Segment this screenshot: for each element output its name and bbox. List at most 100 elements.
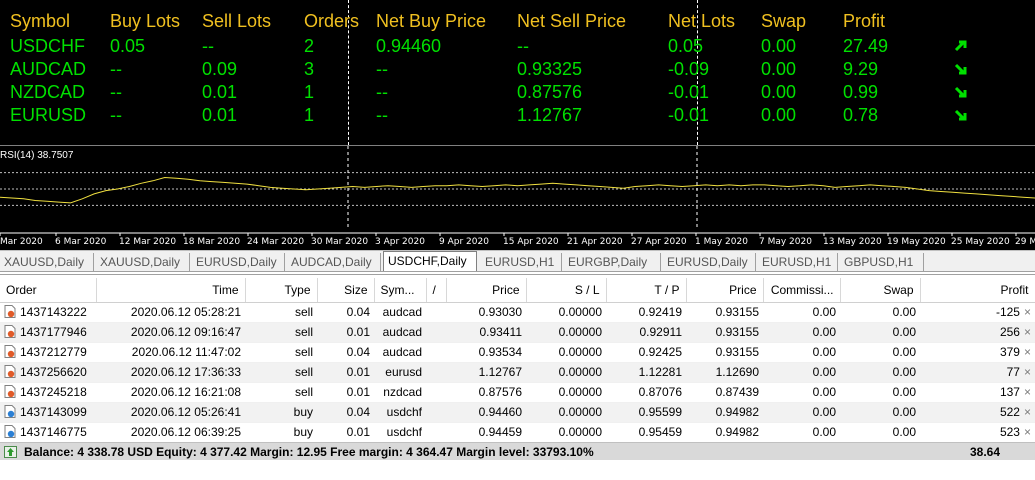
close-order-icon[interactable]: × (1020, 385, 1031, 399)
time-axis-label: 25 May 2020 (951, 237, 1010, 247)
chart-tab-eurusd-daily[interactable]: EURUSD,Daily (663, 253, 756, 271)
order-symbol: audcad (374, 322, 426, 343)
take-profit: 1.12281 (606, 362, 686, 383)
summary-swap: 0.00 (761, 36, 797, 56)
summary-buy-lots: -- (110, 59, 122, 79)
order-row[interactable]: 1437212779 2020.06.12 11:47:02 sell 0.04 aud… (0, 342, 1035, 363)
chart-tab-usdchf-daily[interactable]: USDCHF,Daily (383, 251, 477, 271)
current-price: 0.93155 (686, 322, 763, 343)
summary-header-profit: Profit (843, 11, 886, 31)
chart-tab-eurgbp-daily[interactable]: EURGBP,Daily (564, 253, 661, 271)
order-row[interactable]: 1437146775 2020.06.12 06:39:25 buy 0.01 usdc… (0, 422, 1035, 443)
swap: 0.00 (840, 322, 920, 343)
column-header-time[interactable]: Time (96, 278, 246, 303)
time-axis-label: 15 Apr 2020 (503, 237, 559, 247)
order-row[interactable]: 1437143099 2020.06.12 05:26:41 buy 0.04 usdc… (0, 402, 1035, 423)
summary-symbol: EURUSD (10, 105, 87, 125)
summary-net-lots: -0.01 (668, 82, 710, 102)
rsi-series-line (0, 176, 1035, 204)
column-header-symbol[interactable]: Sym... (374, 278, 427, 303)
column-header-type[interactable]: Type (245, 278, 318, 303)
time-axis-label: 6 Mar 2020 (55, 237, 107, 247)
chart-tab-xauusd-daily[interactable]: XAUUSD,Daily (96, 253, 190, 271)
order-type: sell (245, 382, 317, 403)
order-row[interactable]: 1437256620 2020.06.12 17:36:33 sell 0.01 eur… (0, 362, 1035, 383)
close-order-icon[interactable]: × (1020, 345, 1031, 359)
column-header-price[interactable]: Price (446, 278, 527, 303)
order-size: 0.01 (317, 422, 374, 443)
profit-cell: 379 × (920, 342, 1035, 363)
chart-tab-eurusd-h1[interactable]: EURUSD,H1 (758, 253, 838, 271)
column-header-swap[interactable]: Swap (840, 278, 921, 303)
chart-tab-xauusd-daily[interactable]: XAUUSD,Daily (0, 253, 94, 271)
current-price: 0.93155 (686, 302, 763, 323)
order-id-cell: 1437146775 (0, 422, 96, 443)
chart-tab-gbpusd-h1[interactable]: GBPUSD,H1 (840, 253, 924, 271)
summary-net-lots: 0.05 (668, 36, 704, 56)
take-profit: 0.95599 (606, 402, 686, 423)
open-price: 0.94460 (446, 402, 526, 423)
summary-buy-lots: -- (110, 105, 122, 125)
order-symbol: usdchf (374, 402, 426, 423)
time-axis-label: 9 Apr 2020 (439, 237, 489, 247)
chart-tab-audcad-daily[interactable]: AUDCAD,Daily (287, 253, 381, 271)
open-price: 0.93030 (446, 302, 526, 323)
sort-spacer-cell (426, 402, 446, 423)
order-id-cell: 1437143222 (0, 302, 96, 323)
stop-loss: 0.00000 (526, 402, 606, 423)
close-order-icon[interactable]: × (1020, 425, 1031, 439)
profit: 523 (999, 425, 1020, 439)
order-type: sell (245, 302, 317, 323)
column-header-profit[interactable]: Profit (920, 278, 1035, 303)
column-header-order[interactable]: Order (0, 278, 97, 303)
summary-net-sell-price: 0.87576 (517, 82, 583, 102)
sort-spacer-cell (426, 342, 446, 363)
close-order-icon[interactable]: × (1020, 305, 1031, 319)
sort-spacer-cell (426, 302, 446, 323)
current-price: 0.87439 (686, 382, 763, 403)
summary-symbol: AUDCAD (10, 59, 87, 79)
column-header-commission[interactable]: Commissi... (763, 278, 841, 303)
close-order-icon[interactable]: × (1020, 325, 1031, 339)
order-size: 0.04 (317, 402, 374, 423)
order-row[interactable]: 1437245218 2020.06.12 16:21:08 sell 0.01 nzd… (0, 382, 1035, 403)
order-row[interactable]: 1437177946 2020.06.12 09:16:47 sell 0.01 aud… (0, 322, 1035, 343)
summary-net-sell-price: 0.93325 (517, 59, 583, 79)
chart-tab-strip: XAUUSD,Daily XAUUSD,Daily EURUSD,Daily AUDC… (0, 250, 1035, 272)
column-header-size[interactable]: Size (317, 278, 375, 303)
order-size: 0.01 (317, 362, 374, 383)
order-row[interactable]: 1437143222 2020.06.12 05:28:21 sell 0.04 aud… (0, 302, 1035, 323)
summary-swap: 0.00 (761, 82, 797, 102)
order-type: sell (245, 322, 317, 343)
close-order-icon[interactable]: × (1020, 405, 1031, 419)
orders-table: Order Time Type Size Sym... / Price S / LT / PP… (0, 278, 1035, 443)
stop-loss: 0.00000 (526, 342, 606, 363)
sell-order-icon (4, 365, 16, 378)
column-header-tp[interactable]: T / P (606, 278, 687, 303)
summary-profit: 27.49 (843, 36, 889, 56)
order-symbol: audcad (374, 302, 426, 323)
close-order-icon[interactable]: × (1020, 365, 1031, 379)
sort-spacer-cell (426, 322, 446, 343)
stop-loss: 0.00000 (526, 382, 606, 403)
chart-tab-eurusd-daily[interactable]: EURUSD,Daily (192, 253, 285, 271)
balance-text: Balance: 4 338.78 USD Equity: 4 377.42 M… (24, 445, 594, 459)
buy-order-icon (4, 405, 16, 418)
profit: 522 (999, 405, 1020, 419)
time-axis-label: 12 Mar 2020 (119, 237, 176, 247)
order-symbol: usdchf (374, 422, 426, 443)
column-header-current-price[interactable]: Price (686, 278, 764, 303)
chart-tab-eurusd-h1[interactable]: EURUSD,H1 (481, 253, 562, 271)
order-time: 2020.06.12 06:39:25 (96, 422, 245, 443)
column-header-sort[interactable]: / (426, 278, 447, 303)
swap: 0.00 (840, 402, 920, 423)
summary-header-sell-lots: Sell Lots (202, 11, 272, 31)
order-id: 1437256620 (20, 365, 87, 379)
profit: 77 (1006, 365, 1020, 379)
take-profit: 0.92911 (606, 322, 686, 343)
commission: 0.00 (763, 322, 840, 343)
time-axis-label: Mar 2020 (0, 237, 43, 247)
order-size: 0.04 (317, 342, 374, 363)
column-header-sl[interactable]: S / L (526, 278, 607, 303)
take-profit: 0.87076 (606, 382, 686, 403)
